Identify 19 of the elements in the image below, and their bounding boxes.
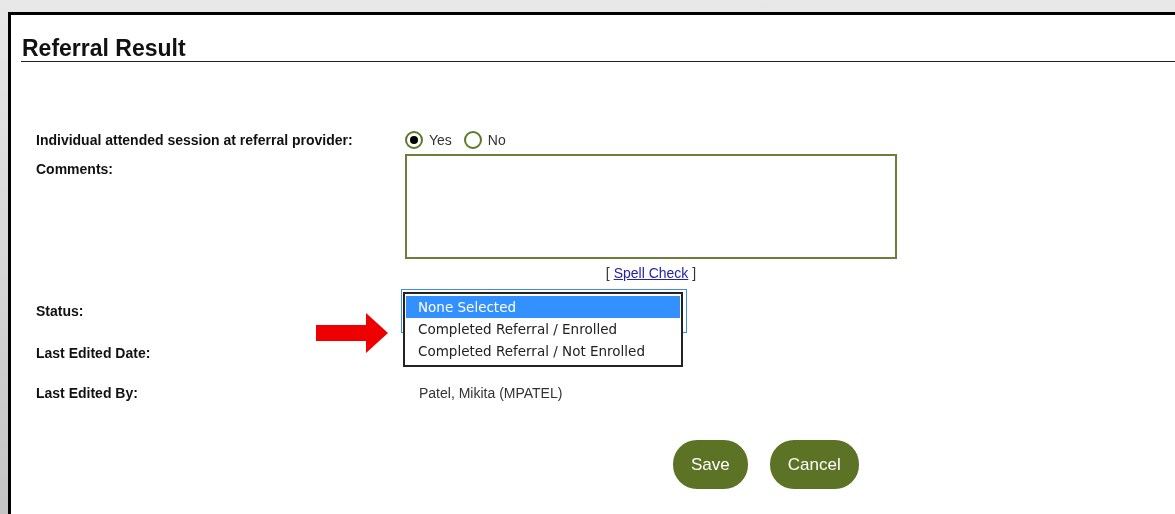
radio-label: Yes (429, 132, 452, 148)
radio-button[interactable] (405, 131, 423, 149)
action-button[interactable]: Save (673, 440, 748, 489)
field-label: Individual attended session at referral provider: (36, 131, 354, 150)
field-label: Last Edited Date: (36, 344, 152, 363)
field-label: Last Edited By: (36, 384, 139, 403)
spell-check-link[interactable]: Spell Check (613, 265, 689, 281)
radio-button[interactable] (463, 131, 482, 149)
field-value: Patel, Mikita (MPATEL) (418, 384, 564, 403)
comments-field[interactable] (405, 154, 897, 259)
field-label: Status: (36, 302, 85, 321)
field-label: Comments: (36, 160, 114, 179)
radio-label: No (487, 132, 506, 148)
spell-check-text: [ Spell Check ] (604, 265, 698, 281)
dropdown-option[interactable]: Completed Referral / Enrolled (406, 318, 680, 340)
arrow-icon (316, 313, 388, 353)
page-title: Referral Result (21, 35, 187, 61)
action-button[interactable]: Cancel (769, 440, 859, 489)
dropdown-option[interactable]: Completed Referral / Not Enrolled (406, 340, 680, 362)
